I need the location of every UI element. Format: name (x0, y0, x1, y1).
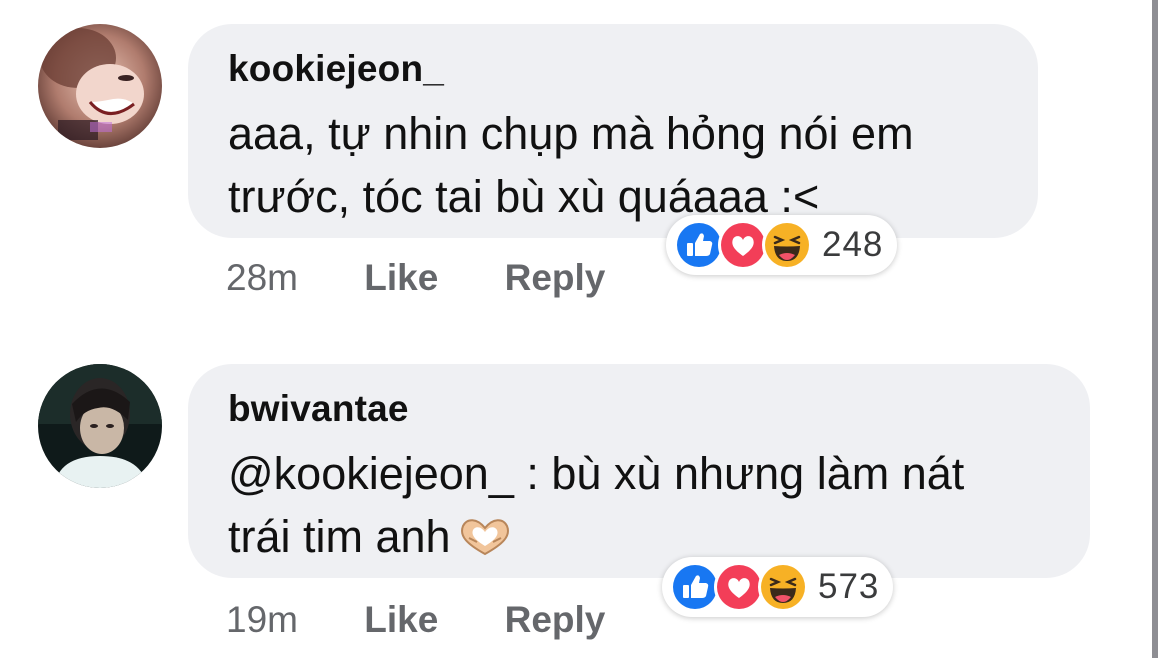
scrollbar-edge (1152, 0, 1158, 658)
like-button[interactable]: Like (364, 258, 438, 298)
reactions-summary[interactable]: 248 (666, 215, 898, 275)
love-reaction-icon (718, 220, 768, 270)
like-reaction-icon (674, 220, 724, 270)
comment-username[interactable]: kookiejeon_ (228, 46, 998, 92)
avatar[interactable] (38, 24, 162, 148)
reply-button[interactable]: Reply (505, 600, 606, 640)
avatar[interactable] (38, 364, 162, 488)
comment-text-line: aaa, tự nhin chụp mà hỏng nói em (228, 108, 914, 159)
comment-bubble: kookiejeon_ aaa, tự nhin chụp mà hỏng nó… (188, 24, 1038, 238)
comment-text: @kookiejeon_ : bù xù nhưng làm nát trái … (228, 442, 1050, 572)
comment-timestamp[interactable]: 19m (226, 600, 298, 640)
love-reaction-icon (714, 562, 764, 612)
reaction-count: 248 (822, 225, 884, 264)
like-button[interactable]: Like (364, 600, 438, 640)
comment-actions: 28m Like Reply (226, 258, 605, 298)
heart-hands-emoji-icon (457, 509, 513, 572)
reactions-summary[interactable]: 573 (662, 557, 894, 617)
reaction-count: 573 (818, 567, 880, 606)
comment-text-line: @kookiejeon_ : bù xù nhưng làm nát (228, 448, 965, 499)
comment-text-line: trái tim anh (228, 511, 451, 562)
comment-actions: 19m Like Reply (226, 600, 605, 640)
reply-button[interactable]: Reply (505, 258, 606, 298)
comment-username[interactable]: bwivantae (228, 386, 1050, 432)
comment-timestamp[interactable]: 28m (226, 258, 298, 298)
like-reaction-icon (670, 562, 720, 612)
comment-text: aaa, tự nhin chụp mà hỏng nói em trước, … (228, 102, 998, 228)
haha-reaction-icon (762, 220, 812, 270)
haha-reaction-icon (758, 562, 808, 612)
comment-bubble: bwivantae @kookiejeon_ : bù xù nhưng làm… (188, 364, 1090, 578)
